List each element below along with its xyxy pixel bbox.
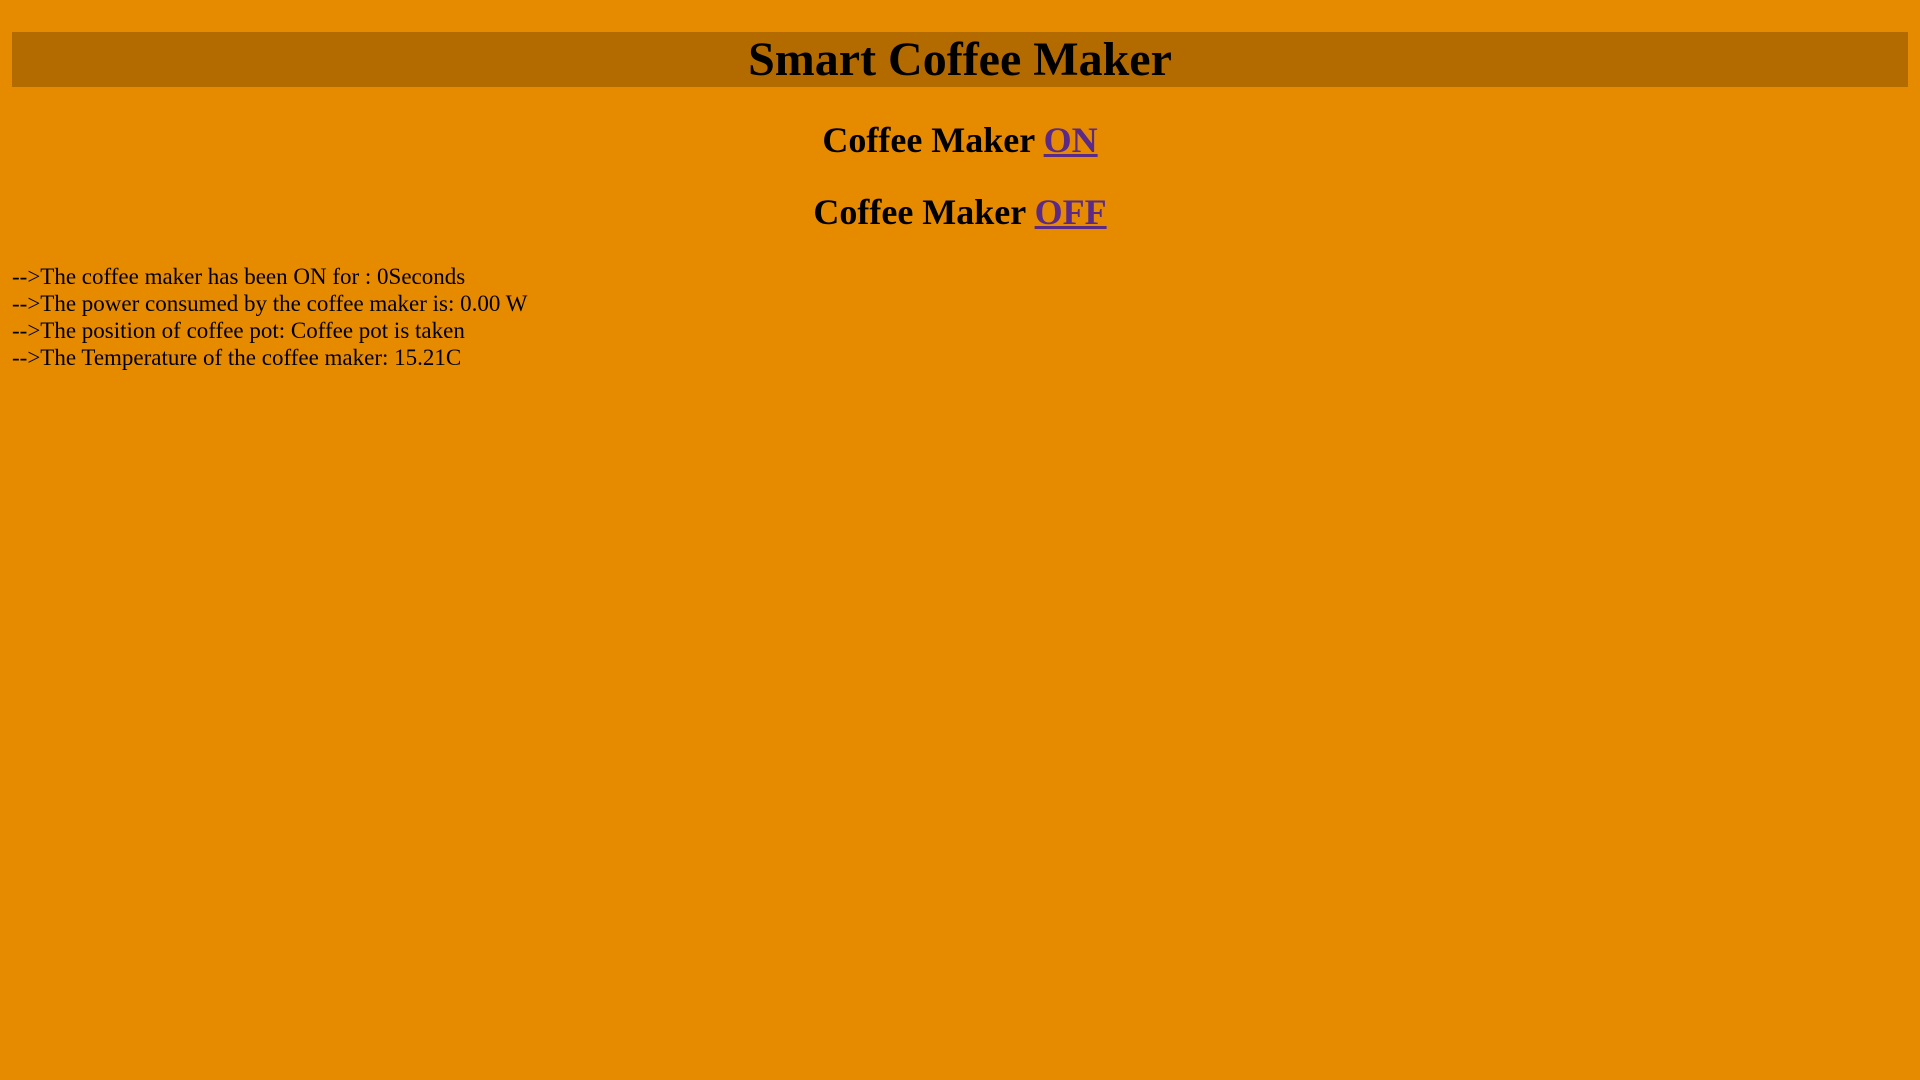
- coffee-maker-off-control: Coffee Maker OFF: [0, 190, 1920, 234]
- on-link[interactable]: ON: [1044, 120, 1098, 160]
- temperature-status: -->The Temperature of the coffee maker: …: [12, 345, 462, 370]
- off-link[interactable]: OFF: [1035, 192, 1107, 232]
- coffee-maker-on-label: Coffee Maker: [822, 120, 1044, 160]
- page: Smart Coffee Maker Coffee Maker ON Coffe…: [0, 0, 1920, 1080]
- status-panel: -->The coffee maker has been ON for : 0S…: [12, 263, 527, 371]
- coffee-maker-on-control: Coffee Maker ON: [0, 118, 1920, 162]
- uptime-status: -->The coffee maker has been ON for : 0S…: [12, 264, 466, 289]
- pot-position-status: -->The position of coffee pot: Coffee po…: [12, 318, 465, 343]
- coffee-maker-off-label: Coffee Maker: [813, 192, 1035, 232]
- title-bar: Smart Coffee Maker: [12, 32, 1908, 87]
- page-title: Smart Coffee Maker: [748, 33, 1172, 86]
- power-status: -->The power consumed by the coffee make…: [12, 291, 528, 316]
